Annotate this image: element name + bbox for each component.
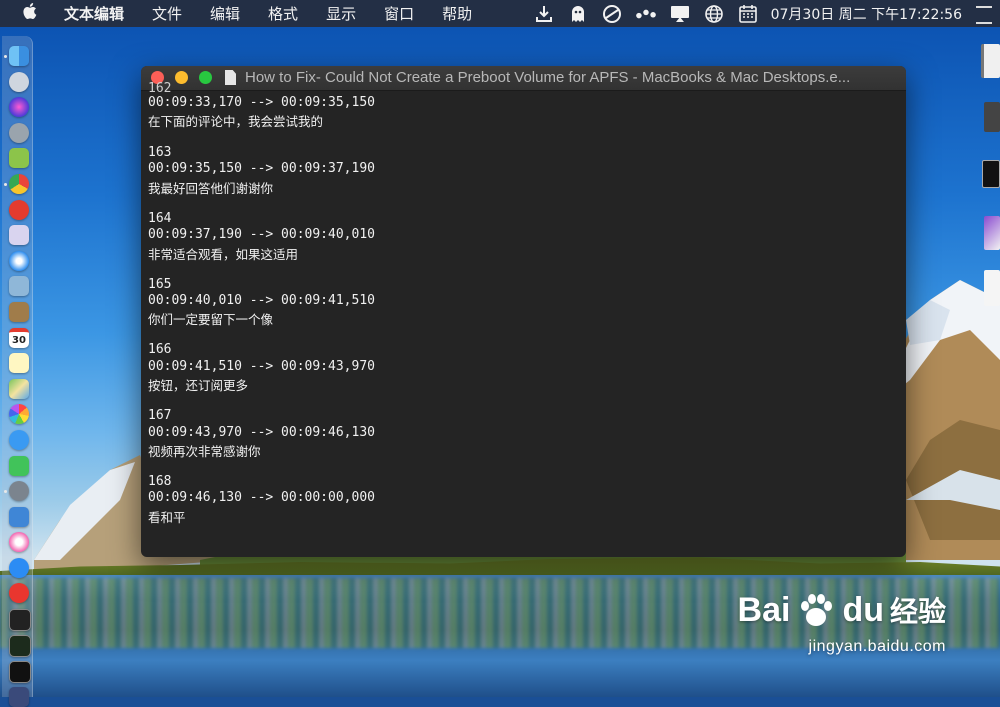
app-store-icon[interactable] bbox=[9, 558, 29, 578]
calendar-icon[interactable]: 30 bbox=[9, 328, 29, 348]
watermark-brand-left: Bai bbox=[737, 590, 791, 629]
system-preferences-icon[interactable] bbox=[9, 481, 29, 501]
siri-icon[interactable] bbox=[9, 97, 29, 117]
paw-icon bbox=[801, 594, 833, 626]
subtitle-text: 我最好回答他们谢谢你 bbox=[148, 180, 274, 196]
notes-icon[interactable] bbox=[9, 353, 29, 373]
menu-file[interactable]: 文件 bbox=[152, 3, 182, 24]
subtitle-entry: 166 00:09:41,510 --> 00:09:43,970 按钮，还订阅… bbox=[148, 342, 896, 408]
download-icon[interactable] bbox=[533, 4, 555, 24]
vivaldi-icon[interactable] bbox=[9, 583, 29, 603]
running-indicator bbox=[4, 183, 7, 186]
subtitle-text: 非常适合观看，如果这适用 bbox=[148, 246, 299, 262]
subtitle-text: 在下面的评论中，我会尝试我的 bbox=[148, 114, 324, 130]
finder-icon[interactable] bbox=[9, 46, 29, 66]
activity-monitor-icon[interactable] bbox=[9, 635, 31, 657]
subtitle-time: 00:09:37,190 --> 00:09:40,010 bbox=[148, 227, 375, 243]
subtitle-text: 视频再次非常感谢你 bbox=[148, 444, 261, 459]
menu-bar: 文本编辑 文件 编辑 格式 显示 窗口 帮助 07月30日 周二 下午17:22… bbox=[0, 0, 1000, 27]
dots-icon[interactable] bbox=[635, 4, 657, 24]
subtitle-index: 167 bbox=[148, 408, 172, 424]
subtitle-index: 168 bbox=[148, 473, 172, 489]
running-indicator bbox=[4, 490, 7, 493]
airplay-icon[interactable] bbox=[669, 4, 691, 24]
ghost-icon[interactable] bbox=[567, 4, 589, 24]
subtitle-time: 00:09:35,150 --> 00:09:37,190 bbox=[148, 161, 375, 177]
subtitle-text: 看和平 bbox=[148, 509, 186, 525]
menu-view[interactable]: 显示 bbox=[326, 3, 356, 24]
watermark-brand-right: du bbox=[842, 590, 884, 629]
menu-window[interactable]: 窗口 bbox=[384, 3, 414, 24]
subtitle-index: 163 bbox=[148, 145, 172, 160]
photos-icon[interactable] bbox=[9, 404, 29, 424]
launchpad-icon[interactable] bbox=[9, 72, 29, 92]
menu-format[interactable]: 格式 bbox=[268, 3, 298, 24]
subtitle-entry: 168 00:09:46,130 --> 00:00:00,000 看和平 bbox=[148, 474, 896, 540]
subtitle-entry: 164 00:09:37,190 --> 00:09:40,010 非常适合观看… bbox=[148, 211, 896, 277]
messages-icon[interactable] bbox=[9, 430, 29, 450]
desktop-file-doc[interactable] bbox=[984, 270, 1000, 306]
notes-brown-icon[interactable] bbox=[9, 302, 29, 322]
subtitle-text: 按钮，还订阅更多 bbox=[148, 378, 249, 394]
notification-center-icon[interactable] bbox=[976, 6, 992, 24]
preview-icon[interactable] bbox=[9, 276, 29, 296]
status-area: 07月30日 周二 下午17:22:56 bbox=[533, 0, 1000, 27]
subtitle-entry: 00:09:33,170 --> 00:09:35,150 在下面的评论中，我会… bbox=[148, 95, 896, 145]
subtitle-index: 166 bbox=[148, 342, 172, 358]
subtitle-entry: 165 00:09:40,010 --> 00:09:41,510 你们一定要留… bbox=[148, 277, 896, 343]
watermark-logo: Bai du 经验 bbox=[738, 590, 946, 630]
globe-icon[interactable] bbox=[703, 4, 725, 24]
subtitle-index: 165 bbox=[148, 276, 172, 292]
subtitle-index: 164 bbox=[148, 210, 172, 226]
partial-index-line: 162 bbox=[148, 81, 172, 95]
running-indicator bbox=[4, 55, 7, 58]
watermark-url: jingyan.baidu.com bbox=[808, 638, 946, 655]
apple-menu-icon[interactable] bbox=[22, 2, 50, 25]
desktop-file-terminal[interactable] bbox=[982, 160, 1000, 188]
terminal-2-icon[interactable] bbox=[9, 661, 31, 683]
sync-icon[interactable] bbox=[601, 4, 623, 24]
subtitle-text: 你们一定要留下一个像 bbox=[148, 312, 274, 328]
watermark-brand-cn: 经验 bbox=[889, 596, 946, 627]
subtitle-entry: 163 00:09:35,150 --> 00:09:37,190 我最好回答他… bbox=[148, 145, 896, 211]
terminal-icon[interactable] bbox=[9, 609, 31, 631]
menu-edit[interactable]: 编辑 bbox=[210, 3, 240, 24]
wechat-icon[interactable] bbox=[9, 456, 29, 476]
android-icon[interactable] bbox=[9, 148, 29, 168]
baidu-watermark: Bai du 经验 jingyan.baidu.com bbox=[738, 590, 946, 656]
desktop-file-notebook[interactable] bbox=[981, 44, 1000, 78]
subtitle-time: 00:09:41,510 --> 00:09:43,970 bbox=[148, 358, 375, 374]
rocket-icon[interactable] bbox=[9, 123, 29, 143]
keynote-icon[interactable] bbox=[9, 507, 29, 527]
calendar-icon[interactable] bbox=[737, 4, 759, 24]
menu-clock[interactable]: 07月30日 周二 下午17:22:56 bbox=[771, 4, 962, 24]
chrome-icon[interactable] bbox=[9, 174, 29, 194]
app-red-icon[interactable] bbox=[9, 200, 29, 220]
menu-help[interactable]: 帮助 bbox=[442, 3, 472, 24]
app-lavender-icon[interactable] bbox=[9, 225, 29, 245]
dock: 30 bbox=[2, 36, 33, 707]
subtitle-time: 00:09:46,130 --> 00:00:00,000 bbox=[148, 490, 375, 506]
desktop-file-app[interactable] bbox=[984, 216, 1000, 250]
vpn-icon[interactable] bbox=[9, 687, 29, 707]
subtitle-time: 00:09:40,010 --> 00:09:41,510 bbox=[148, 293, 375, 308]
maps-icon[interactable] bbox=[9, 379, 29, 399]
safari-icon[interactable] bbox=[9, 251, 29, 271]
menu-app-name[interactable]: 文本编辑 bbox=[64, 3, 124, 24]
desktop-file-device[interactable] bbox=[984, 102, 1000, 132]
document-content[interactable]: 162 00:09:33,170 --> 00:09:35,150 在下面的评论… bbox=[148, 81, 896, 557]
document-window: How to Fix- Could Not Create a Preboot V… bbox=[141, 66, 906, 557]
subtitle-time: 00:09:43,970 --> 00:09:46,130 bbox=[148, 424, 375, 440]
itunes-icon[interactable] bbox=[9, 532, 29, 552]
subtitle-entry: 167 00:09:43,970 --> 00:09:46,130 视频再次非常… bbox=[148, 408, 896, 474]
subtitle-time: 00:09:33,170 --> 00:09:35,150 bbox=[148, 95, 375, 110]
